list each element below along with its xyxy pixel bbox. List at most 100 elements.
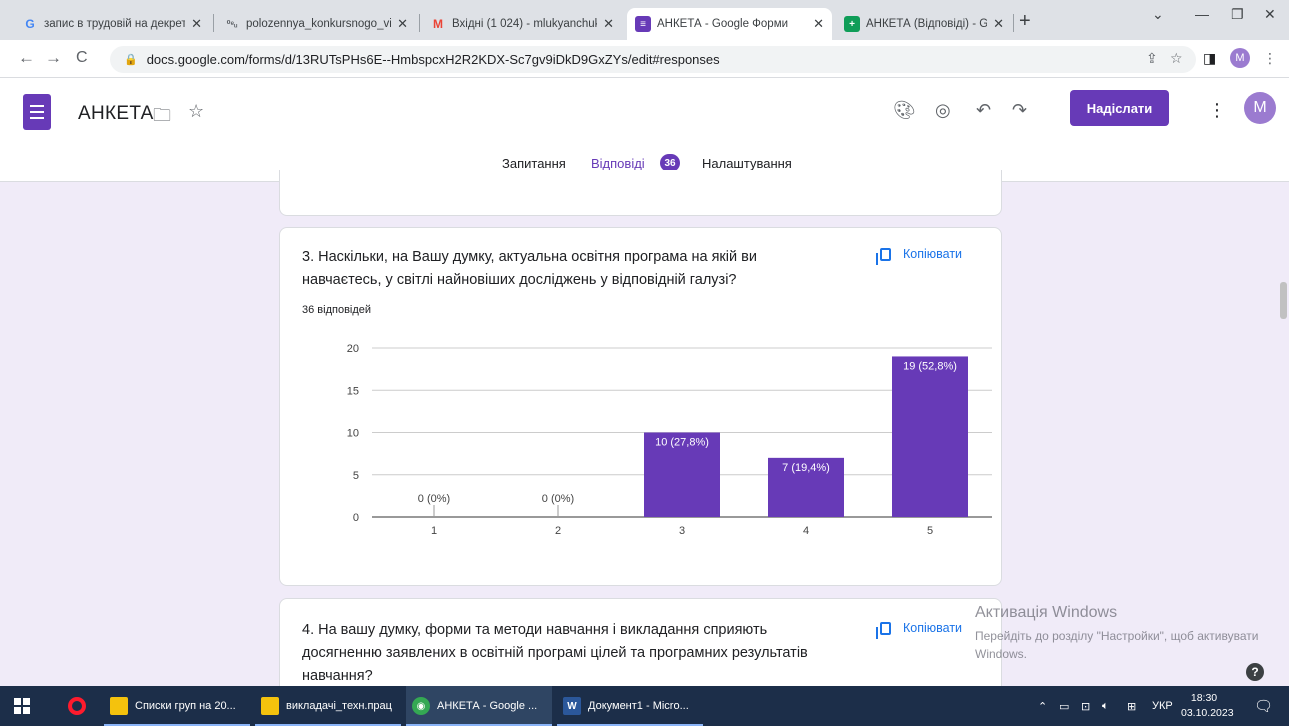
- y-tick-label: 10: [347, 428, 359, 440]
- close-tab-icon[interactable]: ✕: [191, 16, 202, 32]
- browser-tab-4-active[interactable]: ≡ АНКЕТА - Google Форми ✕: [627, 8, 832, 40]
- browser-menu-icon[interactable]: ⋮: [1263, 50, 1277, 67]
- redo-icon[interactable]: ↷: [1012, 100, 1027, 121]
- word-icon: W: [563, 697, 581, 715]
- help-icon[interactable]: ?: [1246, 663, 1264, 681]
- bar: [892, 356, 968, 517]
- minimize-icon[interactable]: —: [1195, 6, 1209, 22]
- google-search-icon: G: [25, 17, 35, 31]
- back-arrow-icon[interactable]: ←: [18, 48, 35, 68]
- bookmark-star-icon[interactable]: ☆: [1170, 50, 1183, 67]
- opera-icon: [68, 697, 86, 715]
- tab-divider: [213, 14, 214, 32]
- account-avatar[interactable]: M: [1244, 92, 1276, 124]
- google-forms-logo-icon[interactable]: [23, 94, 51, 130]
- y-tick-label: 15: [347, 385, 359, 397]
- display-icon[interactable]: ⊡: [1081, 686, 1090, 726]
- y-tick-label: 20: [347, 343, 359, 355]
- preview-eye-icon[interactable]: ◎: [935, 100, 951, 121]
- tab-divider: [419, 14, 420, 32]
- tab-questions[interactable]: Запитання: [502, 156, 566, 171]
- google-forms-icon: ≡: [635, 16, 651, 32]
- share-icon[interactable]: ⇪: [1146, 50, 1158, 67]
- copy-icon: [876, 621, 891, 639]
- x-tick-label: 4: [803, 525, 809, 537]
- folder-icon: [110, 697, 128, 715]
- restore-icon[interactable]: ❐: [1231, 6, 1244, 23]
- gmail-icon: M: [433, 17, 443, 31]
- send-button[interactable]: Надіслати: [1070, 90, 1169, 126]
- close-tab-icon[interactable]: ✕: [603, 16, 614, 32]
- lock-icon: 🔒: [124, 54, 138, 66]
- tab-responses[interactable]: Відповіді: [591, 156, 645, 171]
- volume-icon[interactable]: 🔈︎: [1102, 686, 1109, 726]
- data-label: 0 (0%): [542, 493, 574, 505]
- tab-divider: [1013, 14, 1014, 32]
- question-3-card: 3. Наскільки, на Вашу думку, актуальна о…: [279, 227, 1002, 586]
- browser-tab-strip: G запис в трудовій на декрет ✕ ⁰ᵉᵤ poloz…: [0, 0, 1289, 40]
- tray-chevron-icon[interactable]: ⌃: [1038, 686, 1047, 726]
- scrollbar-thumb[interactable]: [1280, 282, 1287, 319]
- taskbar-item-folder-lists[interactable]: Списки груп на 20...: [104, 686, 250, 726]
- browser-profile-avatar[interactable]: M: [1230, 48, 1250, 68]
- taskbar-clock[interactable]: 18:30 03.10.2023: [1181, 691, 1234, 721]
- browser-tab-3[interactable]: M Вхідні (1 024) - mlukyanchuk ✕: [422, 8, 622, 40]
- folder-icon: [261, 697, 279, 715]
- forward-arrow-icon[interactable]: →: [45, 48, 62, 68]
- chrome-icon: ◉: [412, 697, 430, 715]
- document-icon: ⁰ᵉᵤ: [226, 18, 238, 29]
- windows-start-icon[interactable]: [14, 698, 30, 714]
- x-tick-label: 2: [555, 525, 561, 537]
- taskbar-item-word[interactable]: W Документ1 - Micro...: [557, 686, 703, 726]
- taskbar-item-folder-teachers[interactable]: викладачі_техн.прац: [255, 686, 401, 726]
- browser-tab-1[interactable]: G запис в трудовій на декрет ✕: [14, 8, 210, 40]
- clock-date: 03.10.2023: [1181, 707, 1234, 719]
- palette-icon[interactable]: 🎨︎: [893, 100, 916, 121]
- new-tab-icon[interactable]: +: [1019, 10, 1031, 33]
- google-sheets-icon: +: [844, 16, 860, 32]
- taskbar-item-label: АНКЕТА - Google ...: [437, 700, 538, 712]
- forms-header: АНКЕТА 🗀 ☆ 🎨︎ ◎ ↶ ↷ Надіслати ⋮ M Запита…: [0, 78, 1289, 182]
- close-tab-icon[interactable]: ✕: [397, 16, 408, 32]
- windows-activation-title: Активація Windows: [975, 604, 1118, 621]
- browser-tab-5[interactable]: + АНКЕТА (Відповіді) - Google ✕: [836, 8, 1012, 40]
- folder-icon[interactable]: 🗀: [153, 103, 171, 133]
- windows-taskbar: Списки груп на 20... викладачі_техн.прац…: [0, 686, 1289, 726]
- tab-settings[interactable]: Налаштування: [702, 156, 792, 171]
- close-tab-icon[interactable]: ✕: [993, 16, 1004, 32]
- address-bar[interactable]: 🔒 docs.google.com/forms/d/13RUTsPHs6E--H…: [110, 46, 1196, 73]
- data-label: 10 (27,8%): [655, 437, 709, 449]
- close-tab-icon[interactable]: ✕: [813, 16, 824, 32]
- bar-chart: 0 5 10 15 20 0 (0%) 1 0 (0%) 2 10 (27,8%) 3 7 (19,4…: [347, 343, 992, 537]
- more-options-icon[interactable]: ⋮: [1208, 100, 1226, 121]
- data-label: 7 (19,4%): [782, 462, 830, 474]
- question-4-title-line: 4. На вашу думку, форми та методи навчан…: [302, 622, 768, 638]
- action-center-icon[interactable]: 🗨︎: [1254, 686, 1273, 726]
- favorite-star-icon[interactable]: ☆: [188, 101, 204, 122]
- reload-icon[interactable]: C: [76, 49, 88, 67]
- close-window-icon[interactable]: ✕: [1264, 6, 1276, 23]
- tab-search-icon[interactable]: ⌄: [1152, 6, 1164, 23]
- copy-chart-button[interactable]: Копіювати: [876, 621, 962, 639]
- browser-tab-2[interactable]: ⁰ᵉᵤ polozennya_konkursnogo_vi ✕: [216, 8, 416, 40]
- undo-icon[interactable]: ↶: [976, 100, 991, 121]
- x-tick-label: 5: [927, 525, 933, 537]
- windows-activation-text: Перейдіть до розділу "Настройки", щоб ак…: [975, 629, 1259, 661]
- opera-taskbar-button[interactable]: [62, 686, 92, 726]
- question-4-title-line: досягненню заявлених в освітній програмі…: [302, 645, 808, 661]
- language-indicator[interactable]: УКР: [1152, 686, 1173, 726]
- notification-app-icon[interactable]: ⊞: [1127, 686, 1136, 726]
- browser-toolbar: ← → C 🔒 docs.google.com/forms/d/13RUTsPH…: [0, 40, 1289, 78]
- form-title[interactable]: АНКЕТА: [78, 103, 154, 125]
- x-tick-label: 1: [431, 525, 437, 537]
- y-tick-label: 0: [353, 512, 359, 524]
- previous-question-card: [279, 170, 1002, 216]
- x-tick-label: 3: [679, 525, 685, 537]
- taskbar-item-chrome[interactable]: ◉ АНКЕТА - Google ...: [406, 686, 552, 726]
- taskbar-item-label: Документ1 - Micro...: [588, 700, 689, 712]
- network-icon[interactable]: ▭: [1059, 686, 1069, 726]
- taskbar-item-label: Списки груп на 20...: [135, 700, 236, 712]
- side-panel-icon[interactable]: ◨: [1203, 50, 1216, 67]
- url-text: docs.google.com/forms/d/13RUTsPHs6E--Hmb…: [146, 52, 720, 67]
- data-label: 0 (0%): [418, 493, 450, 505]
